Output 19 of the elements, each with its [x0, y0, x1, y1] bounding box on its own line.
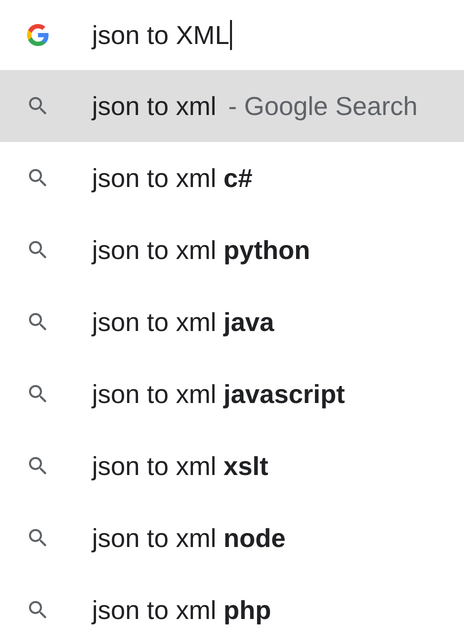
suggestion-text: json to xml xslt: [92, 450, 268, 482]
suggestion-item[interactable]: json to xml c#: [0, 142, 464, 214]
suggestion-text: json to xml node: [92, 522, 286, 554]
suggestion-item[interactable]: json to xml - Google Search: [0, 70, 464, 142]
suggestion-item[interactable]: json to xml xslt: [0, 430, 464, 502]
suggestion-text: json to xml: [92, 90, 216, 122]
suggestion-item[interactable]: json to xml python: [0, 214, 464, 286]
suggestion-text: json to xml c#: [92, 162, 252, 194]
suggestion-item[interactable]: json to xml javascript: [0, 358, 464, 430]
suggestion-text: json to xml php: [92, 594, 272, 626]
suggestion-text: json to xml javascript: [92, 378, 345, 410]
suggestion-item[interactable]: json to xml node: [0, 502, 464, 574]
suggestion-source: - Google Search: [228, 90, 418, 122]
google-logo-icon: [26, 23, 50, 47]
suggestion-item[interactable]: json to xml java: [0, 286, 464, 358]
suggestion-item[interactable]: json to xml php: [0, 574, 464, 640]
suggestion-text: json to xml java: [92, 306, 274, 338]
suggestion-text: json to xml python: [92, 234, 310, 266]
search-field[interactable]: json to XML: [92, 20, 232, 50]
